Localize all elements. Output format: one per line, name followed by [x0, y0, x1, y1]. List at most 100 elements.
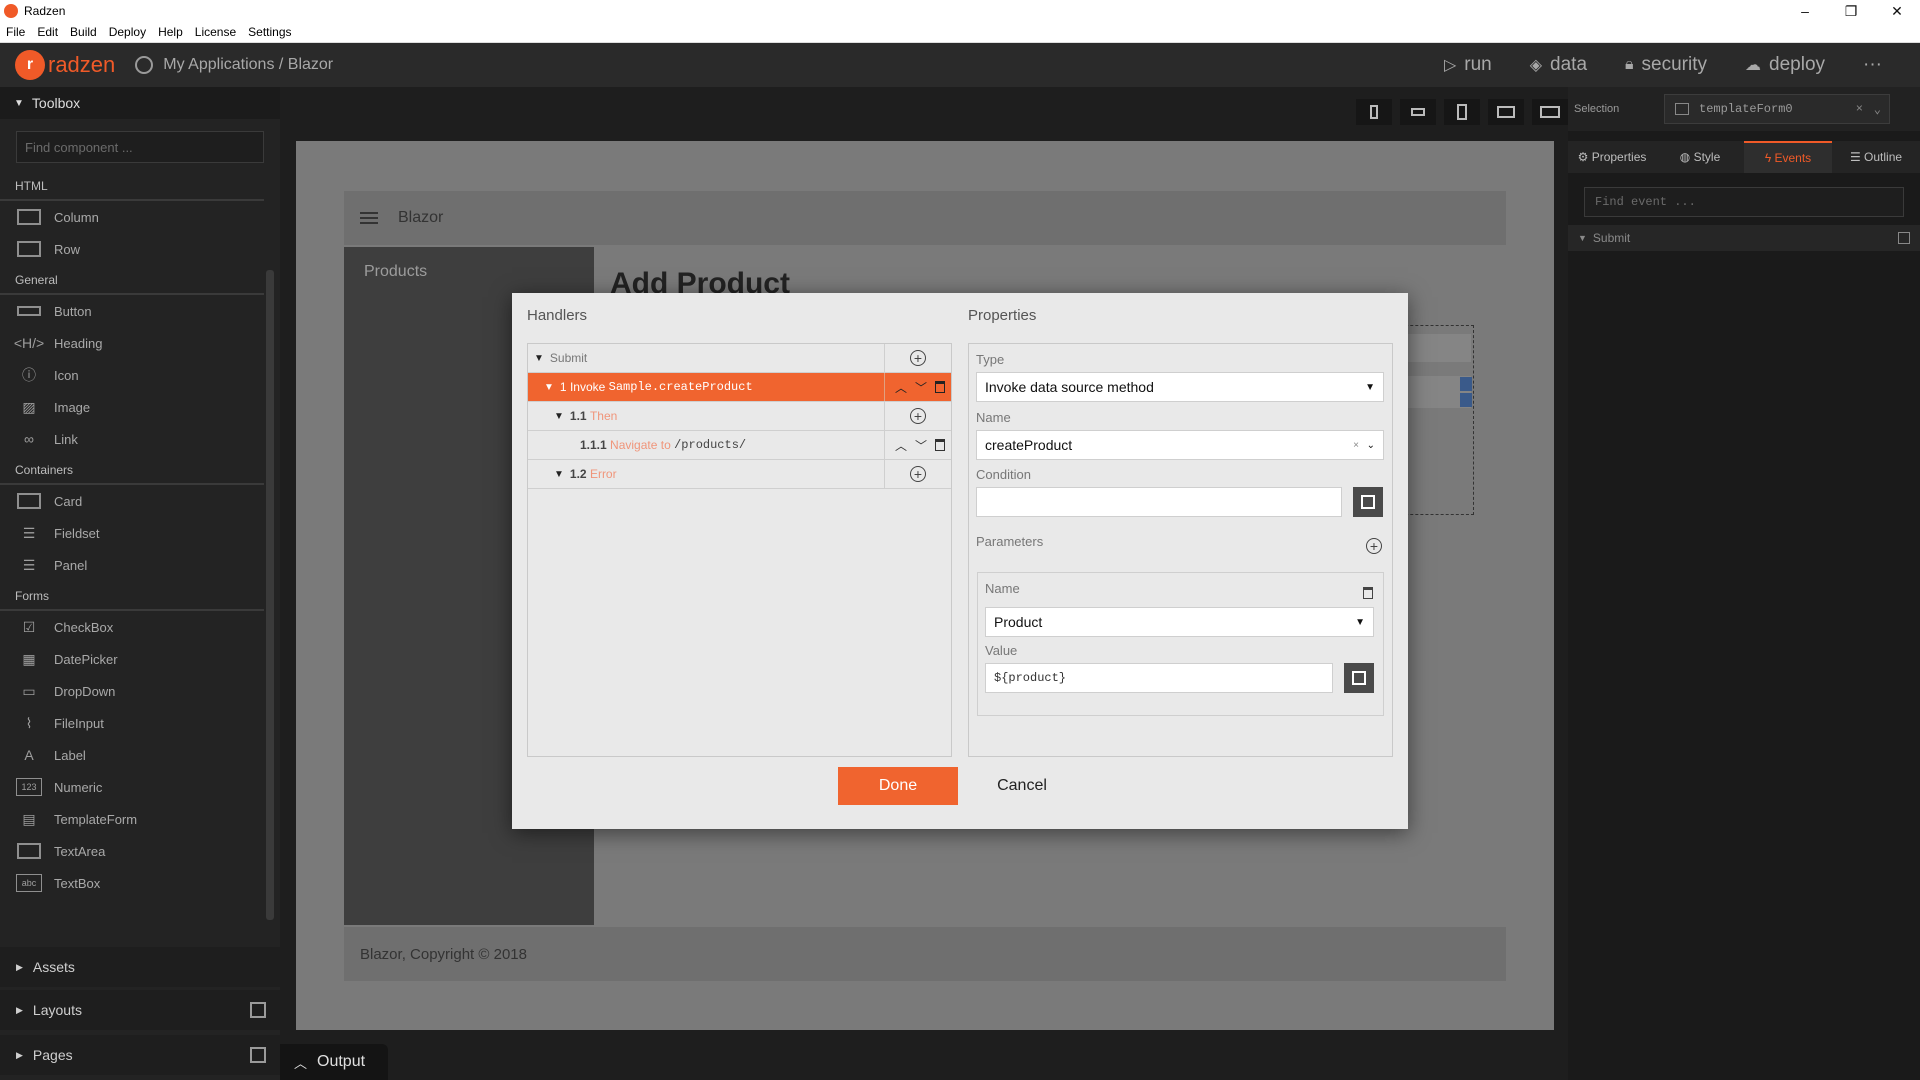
toolbox-item-row[interactable]: Row	[0, 233, 280, 265]
chevron-down-icon[interactable]: ⌄	[1367, 440, 1375, 451]
event-row-submit[interactable]: ▼ Submit	[1568, 225, 1920, 251]
nav-data[interactable]: ◈ data	[1530, 54, 1587, 76]
type-select[interactable]: Invoke data source method ▼	[976, 372, 1384, 402]
done-button[interactable]: Done	[838, 767, 958, 805]
menu-help[interactable]: Help	[158, 25, 183, 39]
param-name-select[interactable]: Product ▼	[985, 607, 1374, 637]
tree-row-error[interactable]: ▼ 1.2 Error +	[528, 460, 951, 489]
toolbox-item-link[interactable]: ∞ Link	[0, 423, 280, 455]
selection-value: templateForm0	[1699, 102, 1793, 116]
phone-portrait-icon[interactable]	[1356, 99, 1392, 125]
add-handler-icon[interactable]: +	[910, 466, 926, 482]
toolbox-item-column[interactable]: Column	[0, 201, 280, 233]
toolbox-item-button[interactable]: Button	[0, 295, 280, 327]
edit-icon[interactable]	[1898, 232, 1910, 244]
menu-edit[interactable]: Edit	[37, 25, 58, 39]
add-handler-icon[interactable]: +	[910, 408, 926, 424]
toolbox-item-image[interactable]: ▨ Image	[0, 391, 280, 423]
menu-deploy[interactable]: Deploy	[109, 25, 146, 39]
add-page-icon[interactable]	[250, 1047, 266, 1063]
paperclip-icon: ⌇	[25, 714, 33, 731]
toolbox-item-fieldset[interactable]: ☰ Fieldset	[0, 517, 280, 549]
nav-run[interactable]: ▷ run	[1444, 54, 1492, 76]
condition-input[interactable]	[976, 487, 1342, 517]
param-value-input[interactable]: ${product}	[985, 663, 1333, 693]
cancel-button[interactable]: Cancel	[982, 767, 1062, 805]
add-handler-icon[interactable]: +	[910, 350, 926, 366]
trash-icon[interactable]	[935, 439, 946, 451]
move-down-icon[interactable]: ﹀	[915, 379, 927, 396]
menu-settings[interactable]: Settings	[248, 25, 291, 39]
move-up-icon[interactable]: ︿	[895, 437, 907, 454]
close-icon[interactable]: ✕	[1874, 0, 1920, 22]
toolbox-item-fileinput[interactable]: ⌇ FileInput	[0, 707, 280, 739]
tablet-portrait-icon[interactable]	[1444, 99, 1480, 125]
toolbox-item-datepicker[interactable]: ▦ DatePicker	[0, 643, 280, 675]
toolbox-scrollbar[interactable]	[266, 270, 274, 920]
collapse-triangle-icon[interactable]: ▼	[554, 469, 564, 480]
toolbox-item-heading[interactable]: <H/> Heading	[0, 327, 280, 359]
toolbox-item-dropdown[interactable]: ▭ DropDown	[0, 675, 280, 707]
open-expression-editor-button[interactable]	[1344, 663, 1374, 693]
method-name-select[interactable]: createProduct × ⌄	[976, 430, 1384, 460]
external-link-icon	[1361, 495, 1375, 509]
tree-row-navigate[interactable]: 1.1.1 Navigate to /products/ ︿ ﹀	[528, 431, 951, 460]
tab-properties[interactable]: ⚙︎ Properties	[1568, 141, 1656, 173]
nav-security[interactable]: 🔒︎ security	[1625, 54, 1707, 76]
toolbox-layouts[interactable]: ▶ Layouts	[0, 990, 280, 1030]
find-event-input[interactable]: Find event ...	[1584, 187, 1904, 217]
toolbox-item-icon[interactable]: ⓘ Icon	[0, 359, 280, 391]
add-parameter-icon[interactable]: +	[1366, 538, 1382, 554]
move-up-icon[interactable]: ︿	[895, 379, 907, 396]
collapse-triangle-icon[interactable]: ▼	[544, 382, 554, 393]
clear-icon[interactable]: ×	[1353, 440, 1359, 451]
param-name-label: Name	[985, 581, 1020, 596]
tablet-landscape-icon[interactable]	[1488, 99, 1524, 125]
hamburger-icon[interactable]	[360, 209, 378, 227]
tab-events[interactable]: ϟ Events	[1744, 141, 1832, 173]
toolbox-item-label[interactable]: A Label	[0, 739, 280, 771]
minimize-icon[interactable]: –	[1782, 0, 1828, 22]
tree-row-then[interactable]: ▼ 1.1 Then +	[528, 402, 951, 431]
collapse-triangle-icon[interactable]: ▼	[554, 411, 564, 422]
sidebar-link-products[interactable]: Products	[344, 247, 594, 297]
output-panel-toggle[interactable]: ︿ Output	[280, 1044, 388, 1080]
move-down-icon[interactable]: ﹀	[915, 437, 927, 454]
tab-outline[interactable]: ☰ Outline	[1832, 141, 1920, 173]
phone-landscape-icon[interactable]	[1400, 99, 1436, 125]
toolbox-item-templateform[interactable]: ▤ TemplateForm	[0, 803, 280, 835]
menu-build[interactable]: Build	[70, 25, 97, 39]
chevron-down-icon[interactable]: ⌄	[1874, 102, 1881, 117]
toolbox-assets[interactable]: ▶ Assets	[0, 947, 280, 987]
breadcrumb[interactable]: My Applications / Blazor	[135, 56, 333, 74]
toolbox-item-panel[interactable]: ☰ Panel	[0, 549, 280, 581]
selection-dropdown[interactable]: templateForm0 × ⌄	[1664, 94, 1890, 124]
desktop-icon[interactable]	[1532, 99, 1568, 125]
restore-icon[interactable]: ❐	[1828, 0, 1874, 22]
clear-selection-icon[interactable]: ×	[1856, 102, 1863, 116]
toolbox-item-numeric[interactable]: 123 Numeric	[0, 771, 280, 803]
toolbox-header[interactable]: ▼ Toolbox	[0, 87, 280, 119]
toolbox-panel: ▼ Toolbox Find component ... HTML Column…	[0, 87, 280, 1080]
trash-icon[interactable]	[935, 381, 946, 393]
menu-file[interactable]: File	[6, 25, 25, 39]
logo-text: radzen	[48, 52, 116, 77]
caret-down-icon: ▼	[1355, 616, 1365, 628]
toolbox-item-textarea[interactable]: TextArea	[0, 835, 280, 867]
tree-row-invoke[interactable]: ▼ 1 Invoke Sample.createProduct ︿ ﹀	[528, 373, 951, 402]
more-menu-button[interactable]: ···	[1863, 54, 1882, 76]
trash-icon[interactable]	[1363, 587, 1373, 599]
tab-style[interactable]: ◍ Style	[1656, 141, 1744, 173]
open-expression-editor-button[interactable]	[1353, 487, 1383, 517]
menu-license[interactable]: License	[195, 25, 236, 39]
toolbox-pages[interactable]: ▶ Pages	[0, 1035, 280, 1075]
find-component-input[interactable]: Find component ...	[16, 131, 264, 163]
add-layout-icon[interactable]	[250, 1002, 266, 1018]
collapse-triangle-icon[interactable]: ▼	[534, 353, 544, 364]
nav-deploy[interactable]: ☁︎ deploy	[1745, 54, 1825, 76]
toolbox-item-checkbox[interactable]: ☑ CheckBox	[0, 611, 280, 643]
radzen-logo[interactable]: r radzen	[15, 50, 115, 80]
tree-row-submit[interactable]: ▼ Submit +	[528, 344, 951, 373]
toolbox-item-card[interactable]: Card	[0, 485, 280, 517]
toolbox-item-textbox[interactable]: abc TextBox	[0, 867, 280, 899]
